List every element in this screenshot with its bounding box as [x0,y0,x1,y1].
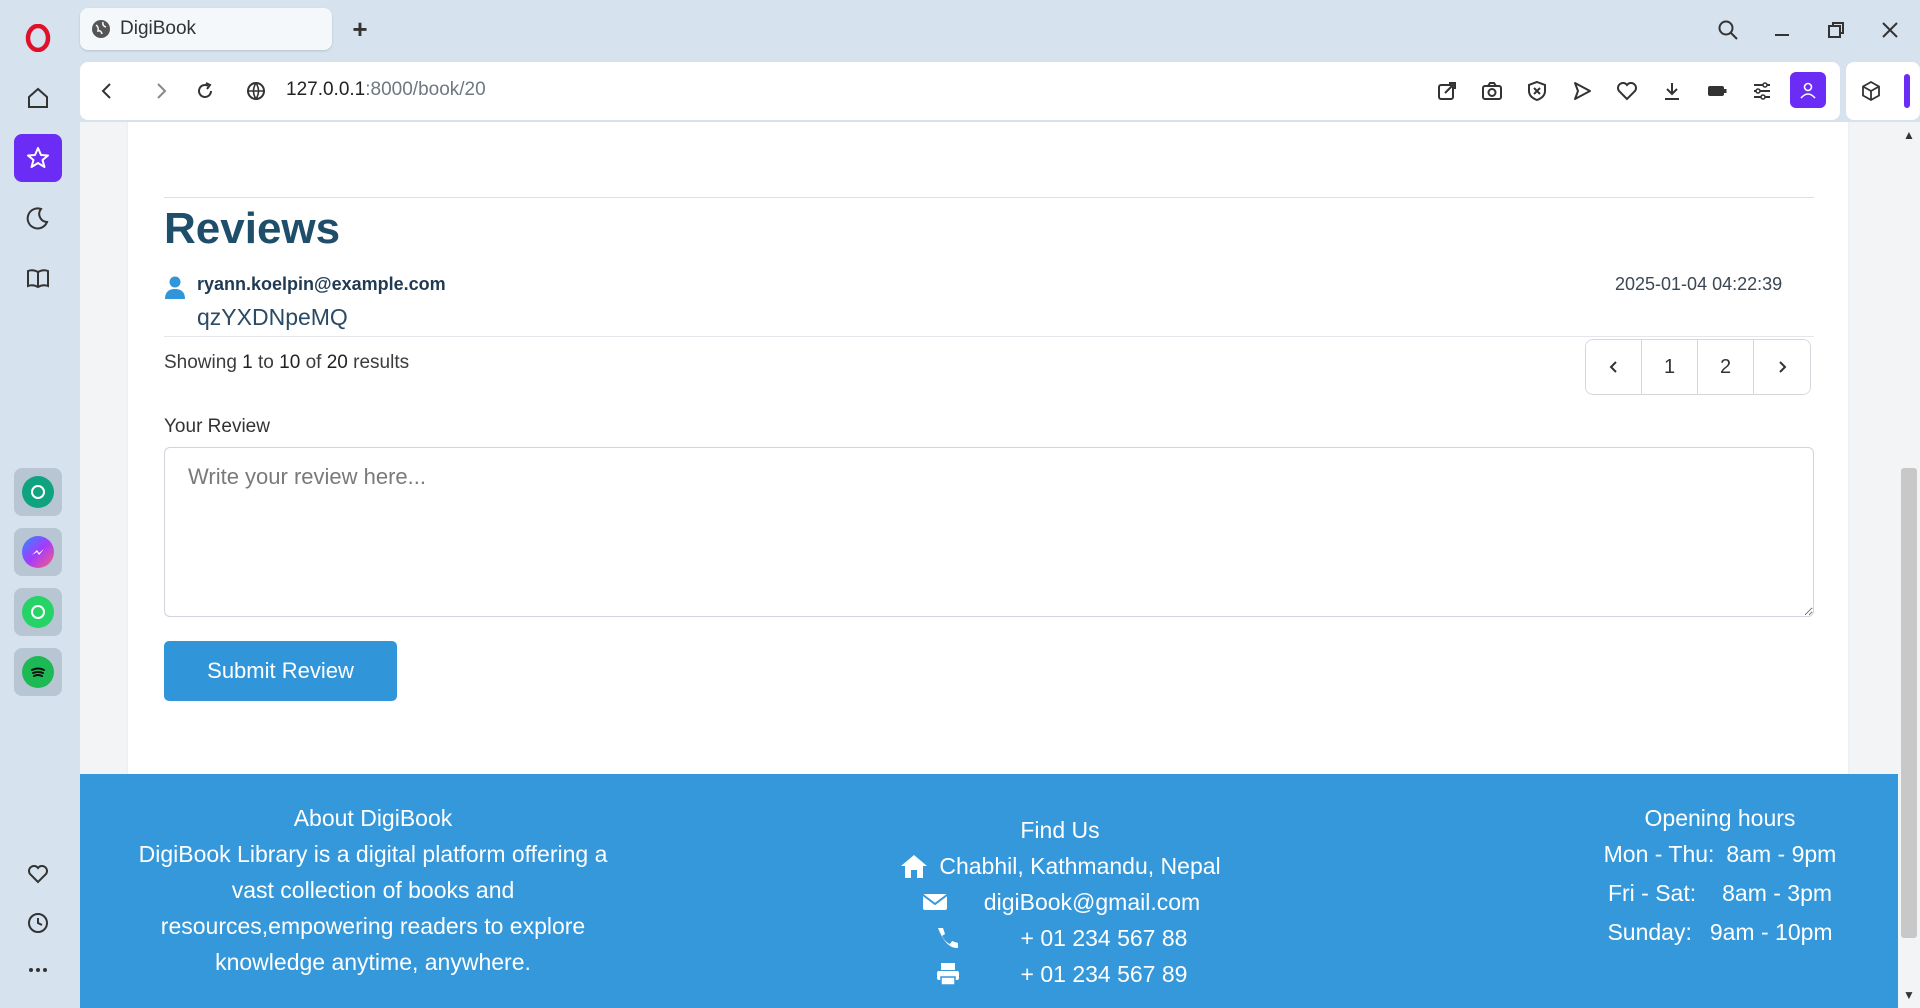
hours-days: Fri - Sat: [1607,880,1697,906]
chevron-left-icon [1609,361,1617,373]
scrollbar-thumb[interactable] [1901,468,1917,938]
download-icon[interactable] [1657,76,1687,106]
footer-hours: Opening hours Mon - Thu: 8am - 9pm Fri - … [1530,800,1898,953]
results-to-word: to [258,352,274,373]
extensions-cube-icon[interactable] [1856,76,1886,106]
footer-find-us: Find Us Chabhil, Kathmandu, Nepal digiBo… [880,812,1240,992]
flow-icon[interactable] [1567,76,1597,106]
footer-about-text: DigiBook Library is a digital platform o… [138,841,608,975]
url-field[interactable]: 127.0.0.1:8000/book/20 [286,79,486,101]
home-icon [901,855,928,878]
forward-icon[interactable] [144,74,178,108]
results-from: 1 [242,352,253,373]
spotify-icon[interactable] [14,648,62,696]
footer-address: Chabhil, Kathmandu, Nepal [939,853,1221,879]
scroll-down-arrow-icon[interactable]: ▼ [1902,988,1916,1002]
heart-icon[interactable] [14,850,62,898]
section-divider [164,197,1814,198]
heart-outline-icon[interactable] [1612,76,1642,106]
snapshot-icon[interactable] [1477,76,1507,106]
footer-email[interactable]: digiBook@gmail.com [984,884,1200,920]
share-icon[interactable] [1432,76,1462,106]
hours-days: Sunday: [1607,919,1692,945]
moon-icon[interactable] [14,194,62,242]
results-suffix: results [353,352,410,373]
review-author: ryann.koelpin@example.com [197,274,446,294]
minimize-icon[interactable] [1764,12,1800,48]
address-bar: 127.0.0.1:8000/book/20 [80,62,1840,120]
close-icon[interactable] [1872,12,1908,48]
back-icon[interactable] [90,74,124,108]
scroll-up-arrow-icon[interactable]: ▲ [1902,128,1916,142]
profile-avatar[interactable] [1790,72,1826,108]
globe-icon [92,20,110,38]
site-footer: About DigiBook DigiBook Library is a dig… [80,774,1898,1008]
url-host: 127.0.0.1 [286,79,366,100]
footer-about: About DigiBook DigiBook Library is a dig… [118,800,628,980]
results-total: 20 [326,352,348,373]
search-icon[interactable] [1710,12,1746,48]
sidebar-toggle-indicator[interactable] [1904,74,1910,108]
site-info-icon[interactable] [239,74,273,108]
footer-about-title: About DigiBook [293,805,453,831]
new-tab-button[interactable]: + [346,14,374,44]
book-icon[interactable] [14,254,62,302]
next-page-button[interactable] [1754,340,1810,394]
page-viewport: Reviews ryann.koelpin@example.com 2025-0… [80,122,1898,1008]
prev-page-button[interactable] [1586,340,1642,394]
tab-title: DigiBook [120,18,197,39]
printer-icon [936,963,959,986]
easy-setup-icon[interactable] [1747,76,1777,106]
page-2-button[interactable]: 2 [1698,340,1754,394]
footer-hours-title: Opening hours [1644,805,1796,831]
phone-icon [937,928,958,949]
adblock-icon[interactable] [1522,76,1552,106]
hours-time: 9am - 10pm [1709,919,1833,945]
review-text: qzYXDNpeMQ [197,304,348,330]
footer-phone: + 01 234 567 88 [1020,925,1188,951]
user-icon [165,276,185,299]
results-of-word: of [305,352,322,373]
footer-find-title: Find Us [1020,817,1100,843]
results-to: 10 [279,352,301,373]
page-1-button[interactable]: 1 [1642,340,1698,394]
browser-tab[interactable]: DigiBook [80,8,332,50]
hours-time: 8am - 9pm [1726,841,1837,867]
battery-saver-icon[interactable] [1702,76,1732,106]
history-icon[interactable] [14,899,62,947]
browser-sidebar [0,0,76,1008]
home-icon[interactable] [14,74,62,122]
opera-logo-icon[interactable] [14,14,62,62]
results-summary: Showing 1 to 10 of 20 results [164,352,409,374]
extensions-area [1846,62,1920,120]
review-textarea[interactable] [164,447,1814,617]
hours-days: Mon - Thu: [1603,841,1715,867]
more-icon[interactable] [14,946,62,994]
envelope-icon [922,894,948,910]
chevron-right-icon [1779,361,1787,373]
restore-icon[interactable] [1818,12,1854,48]
footer-fax: + 01 234 567 89 [1020,961,1188,987]
submit-review-button[interactable]: Submit Review [164,641,397,701]
chatgpt-icon[interactable] [14,468,62,516]
review-date: 2025-01-04 04:22:39 [1615,274,1783,294]
whatsapp-icon[interactable] [14,588,62,636]
hours-time: 8am - 3pm [1722,880,1833,906]
messenger-icon[interactable] [14,528,62,576]
review-divider [164,336,1814,337]
results-prefix: Showing [164,352,237,373]
review-form-label: Your Review [164,416,270,437]
user-icon [1800,82,1816,99]
pinboard-icon[interactable] [14,134,62,182]
reload-icon[interactable] [188,74,222,108]
reviews-title: Reviews [164,204,341,253]
pagination: 1 2 [1585,339,1811,395]
url-path: :8000/book/20 [365,79,486,100]
